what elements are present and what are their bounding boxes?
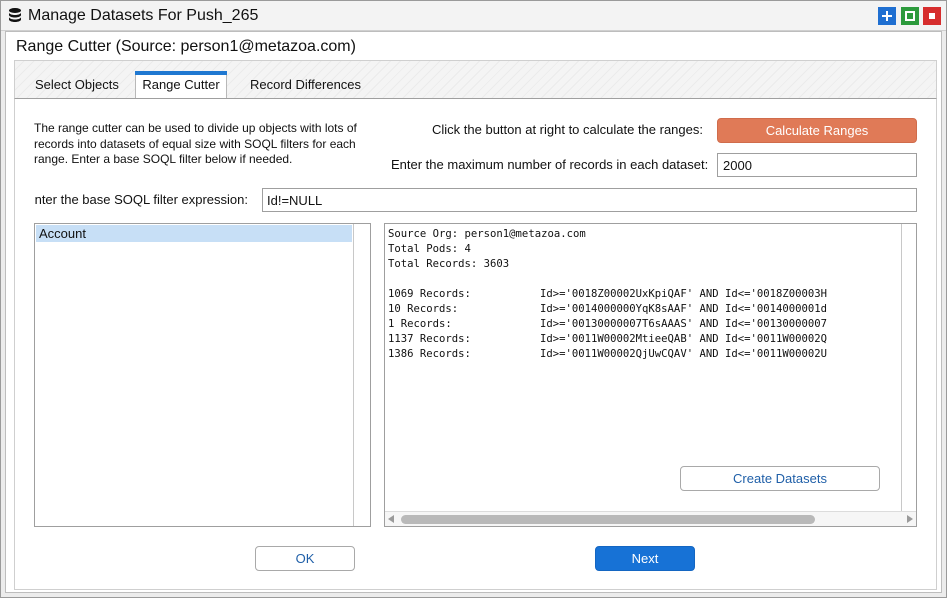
max-records-input[interactable] [717, 153, 917, 177]
scroll-left-arrow-icon[interactable] [388, 515, 394, 523]
soql-filter-label-text: Enter the base SOQL filter expression: [34, 192, 248, 207]
range-row: 1069 Records: Id>='0018Z00002UxKpiQAF' AN… [388, 287, 898, 302]
tab-record-differences[interactable]: Record Differences [242, 72, 369, 99]
manage-datasets-window: Manage Datasets For Push_265 Range Cutte… [0, 0, 947, 598]
range-row-count: 1 Records: [388, 318, 452, 330]
soql-filter-input[interactable] [262, 188, 917, 212]
object-list-item-account[interactable]: Account [36, 225, 352, 242]
range-row: 10 Records: Id>='0014000000YqK8sAAF' AND … [388, 302, 898, 317]
range-cutter-description: The range cutter can be used to divide u… [34, 121, 357, 166]
horizontal-scroll-thumb[interactable] [401, 515, 815, 524]
maximize-window-button[interactable] [901, 7, 919, 25]
plus-icon [882, 11, 892, 21]
close-window-button[interactable] [923, 7, 941, 25]
range-row-filter: Id>='00130000007T6sAAAS' AND Id<='001300… [540, 318, 828, 330]
output-line: Total Pods: 4 [388, 243, 471, 255]
ok-button[interactable]: OK [255, 546, 355, 571]
next-button[interactable]: Next [595, 546, 695, 571]
range-row-filter: Id>='0014000000YqK8sAAF' AND Id<='001400… [540, 303, 828, 315]
object-list[interactable]: Account [34, 223, 371, 527]
database-icon [9, 8, 21, 22]
output-line: Total Records: 3603 [388, 258, 510, 270]
add-window-button[interactable] [878, 7, 896, 25]
tab-strip: Select Objects Range Cutter Record Diffe… [14, 60, 937, 100]
tab-select-objects[interactable]: Select Objects [27, 72, 127, 99]
range-row: 1 Records: Id>='00130000007T6sAAAS' AND I… [388, 317, 898, 332]
range-row-filter: Id>='0011W00002QjUwCQAV' AND Id<='0011W0… [540, 348, 828, 360]
calculate-instruction-label: Click the button at right to calculate t… [432, 122, 703, 137]
range-row-count: 1137 Records: [388, 333, 471, 345]
soql-filter-label: Enter the base SOQL filter expression: [34, 192, 248, 207]
scroll-right-arrow-icon[interactable] [907, 515, 913, 523]
range-row-filter: Id>='0018Z00002UxKpiQAF' AND Id<='0018Z0… [540, 288, 828, 300]
calculate-ranges-button[interactable]: Calculate Ranges [717, 118, 917, 143]
output-horizontal-scrollbar[interactable] [385, 511, 916, 526]
range-cutter-panel: Range Cutter (Source: person1@metazoa.co… [5, 31, 942, 593]
stop-icon [929, 13, 935, 19]
range-row-count: 1069 Records: [388, 288, 471, 300]
range-row: 1386 Records: Id>='0011W00002QjUwCQAV' AN… [388, 347, 898, 362]
output-blank-line [388, 272, 898, 287]
object-list-scrollbar[interactable] [353, 224, 370, 526]
range-cutter-tab-content: The range cutter can be used to divide u… [14, 98, 937, 590]
panel-title: Range Cutter (Source: person1@metazoa.co… [16, 38, 356, 55]
window-title: Manage Datasets For Push_265 [28, 7, 259, 24]
range-row-filter: Id>='0011W00002MtieeQAB' AND Id<='0011W0… [540, 333, 828, 345]
range-output-text: Source Org: person1@metazoa.com Total Pod… [388, 227, 898, 362]
range-row-count: 1386 Records: [388, 348, 471, 360]
max-records-label: Enter the maximum number of records in e… [391, 157, 709, 172]
output-line: Source Org: person1@metazoa.com [388, 228, 586, 240]
tab-range-cutter[interactable]: Range Cutter [135, 71, 227, 100]
title-bar: Manage Datasets For Push_265 [1, 1, 946, 31]
square-icon [905, 11, 915, 21]
range-row-count: 10 Records: [388, 303, 459, 315]
range-row: 1137 Records: Id>='0011W00002MtieeQAB' AN… [388, 332, 898, 347]
range-output-area[interactable]: Source Org: person1@metazoa.com Total Pod… [384, 223, 917, 527]
output-vertical-scrollbar[interactable] [901, 224, 916, 511]
create-datasets-button[interactable]: Create Datasets [680, 466, 880, 491]
